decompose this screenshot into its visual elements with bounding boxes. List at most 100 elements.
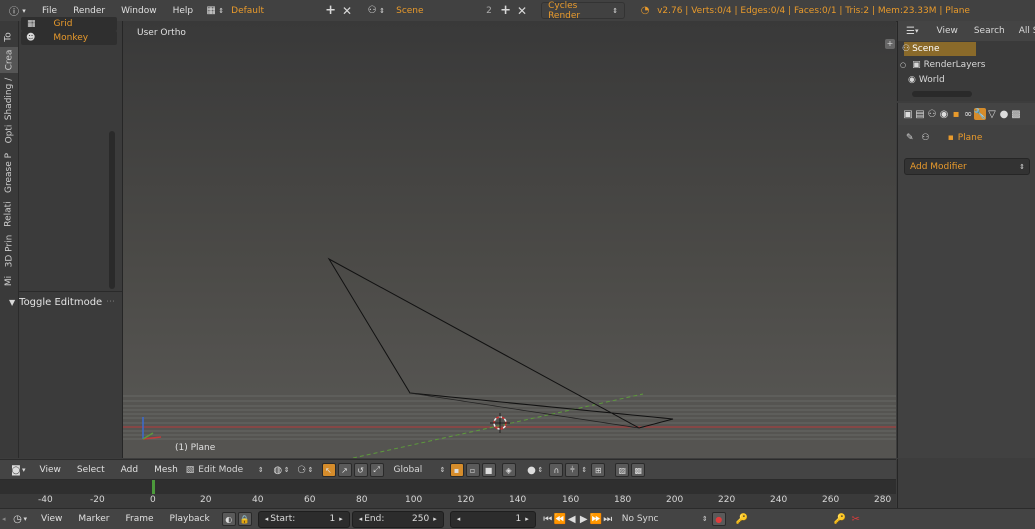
current-frame-field[interactable]: ◂ 1 ▸ [449,510,536,528]
transform-orientation-select[interactable]: Global ⇕ [394,465,446,475]
chevron-updown-icon[interactable]: ⇕ [538,466,544,474]
toolshelf-scrollbar[interactable] [109,131,115,289]
3d-view-editor-icon[interactable]: ◙ [10,464,22,476]
chevron-updown-icon[interactable]: ⇕ [284,466,290,474]
opengl-animation-icon[interactable]: ▩ [631,463,646,477]
view3d-menu-view[interactable]: View [32,465,69,475]
scroll-arrow-icon[interactable]: ◂ [2,515,6,523]
material-tab-icon[interactable]: ● [998,108,1010,120]
timeline[interactable]: -40 -20 0 20 40 60 80 100 120 140 160 18… [0,479,896,509]
chevron-down-icon[interactable]: ▾ [22,466,26,474]
scene-tab-icon[interactable]: ⚇ [926,108,938,120]
expand-icon[interactable]: ○ [900,61,906,69]
tab-shading[interactable]: Shading / [0,77,18,121]
chevron-updown-icon[interactable]: ⇕ [308,466,314,474]
tab-options[interactable]: Opti [0,123,18,145]
snap-toggle-icon[interactable]: ∩ [549,463,564,477]
end-frame-field[interactable]: ◂ End: 250 ▸ [351,510,444,528]
tab-3d-print[interactable]: 3D Prin [0,233,18,269]
chevron-down-icon[interactable]: ▾ [20,5,28,17]
menu-render[interactable]: Render [65,6,113,16]
start-frame-field[interactable]: ◂ Start: 1 ▸ [257,510,350,528]
mode-select[interactable]: ▧ Edit Mode ⇕ [186,465,264,475]
add-screen-button[interactable]: + [325,3,336,18]
face-select-icon[interactable]: ■ [481,463,496,477]
modifier-tab-icon[interactable]: 🔧 [974,108,986,120]
lock-time-cursor-icon[interactable]: 🔒 [237,512,252,526]
chevron-updown-icon[interactable]: ⇕ [217,5,225,17]
menu-file[interactable]: File [34,6,65,16]
timeline-menu-playback[interactable]: Playback [162,514,218,524]
view3d-menu-select[interactable]: Select [69,465,113,475]
scene-icon[interactable]: ⚇ [366,5,378,17]
tab-create[interactable]: Crea [0,47,18,73]
data-tab-icon[interactable]: ▽ [986,108,998,120]
delete-keyframe-icon[interactable]: ✂ [850,513,862,525]
screen-layout-icon[interactable]: ▦ [205,5,217,17]
timeline-scrub-area[interactable] [0,480,896,494]
insert-keyframe-icon[interactable]: 🔑 [834,513,846,525]
chevron-down-icon[interactable]: ▾ [24,515,28,523]
play-icon[interactable]: ▶ [578,513,590,525]
limit-selection-icon[interactable]: ◈ [501,463,516,477]
outliner-item-scene[interactable]: ⚇ Scene [902,42,976,56]
pin-icon[interactable]: ✎ [906,133,914,143]
manipulator-toggle-icon[interactable]: ↖ [321,463,336,477]
screen-layout-name[interactable]: Default [231,6,321,16]
constraints-tab-icon[interactable]: ∞ [962,108,974,120]
world-tab-icon[interactable]: ◉ [938,108,950,120]
jump-start-icon[interactable]: ⏮ [542,513,554,525]
3d-cursor-icon[interactable] [490,413,510,433]
timeline-editor-icon[interactable]: ◷ [12,513,24,525]
outliner-menu-search[interactable]: Search [974,26,1005,36]
outliner-display-mode[interactable]: All Sc [1019,26,1035,36]
info-editor-icon[interactable]: ⓘ [8,5,20,18]
chevron-down-icon[interactable]: ▾ [915,27,919,35]
rotate-manipulator-icon[interactable]: ↺ [353,463,368,477]
render-layers-tab-icon[interactable]: ▤ [914,108,926,120]
render-tab-icon[interactable]: ▣ [902,108,914,120]
view3d-menu-mesh[interactable]: Mesh [146,465,186,475]
chevron-updown-icon[interactable]: ⇕ [581,466,587,474]
add-scene-button[interactable]: + [500,3,511,18]
create-grid-button[interactable]: ▦ Grid [21,17,117,31]
outliner-menu-view[interactable]: View [936,26,957,36]
texture-tab-icon[interactable]: ▩ [1010,108,1022,120]
pivot-point-icon[interactable]: ⚆ [296,464,308,476]
outliner-item-renderlayers[interactable]: ○ ▣ RenderLayers [900,58,1030,72]
tab-misc[interactable]: Mi [0,273,18,289]
snap-element-icon[interactable]: ⫩ [565,463,580,477]
tab-grease-pencil[interactable]: Grease P [0,151,18,195]
close-scene-button[interactable]: ✕ [517,4,527,18]
opengl-render-icon[interactable]: ▨ [615,463,630,477]
drag-handle-icon[interactable]: ⋯ [106,297,116,307]
render-engine-select[interactable]: Cycles Render ⇕ [541,1,626,21]
proportional-editing-icon[interactable]: ● [526,464,538,476]
tab-tools[interactable]: To [0,25,18,49]
scene-name[interactable]: Scene [396,6,486,16]
edge-select-icon[interactable]: ▫ [465,463,480,477]
menu-help[interactable]: Help [165,6,202,16]
create-monkey-button[interactable]: ☻ Monkey [21,31,117,45]
record-icon[interactable]: ● [711,512,726,526]
plane-mesh[interactable] [327,257,674,429]
add-modifier-button[interactable]: Add Modifier ⇕ [904,158,1030,175]
menu-window[interactable]: Window [113,6,165,16]
vertex-select-icon[interactable]: ▪ [449,463,464,477]
translate-manipulator-icon[interactable]: ↗ [337,463,352,477]
current-frame-indicator[interactable] [152,480,155,494]
close-screen-button[interactable]: ✕ [342,4,352,18]
scale-manipulator-icon[interactable]: ⤢ [369,463,384,477]
object-tab-icon[interactable]: ▪ [950,108,962,120]
viewport-shading-icon[interactable]: ◍ [272,464,284,476]
snap-target-icon[interactable]: ⊞ [591,463,606,477]
keying-set-icon[interactable]: 🔑 [736,513,748,525]
sync-mode-select[interactable]: No Sync ⇕ [622,514,708,524]
play-reverse-icon[interactable]: ◀ [566,513,578,525]
chevron-updown-icon[interactable]: ⇕ [378,5,386,17]
outliner-scrollbar[interactable] [912,91,972,97]
jump-next-keyframe-icon[interactable]: ⏩ [590,513,602,525]
outliner-editor-icon[interactable]: ☰ [906,26,915,37]
timeline-menu-frame[interactable]: Frame [118,514,162,524]
jump-end-icon[interactable]: ⏭ [602,513,614,525]
